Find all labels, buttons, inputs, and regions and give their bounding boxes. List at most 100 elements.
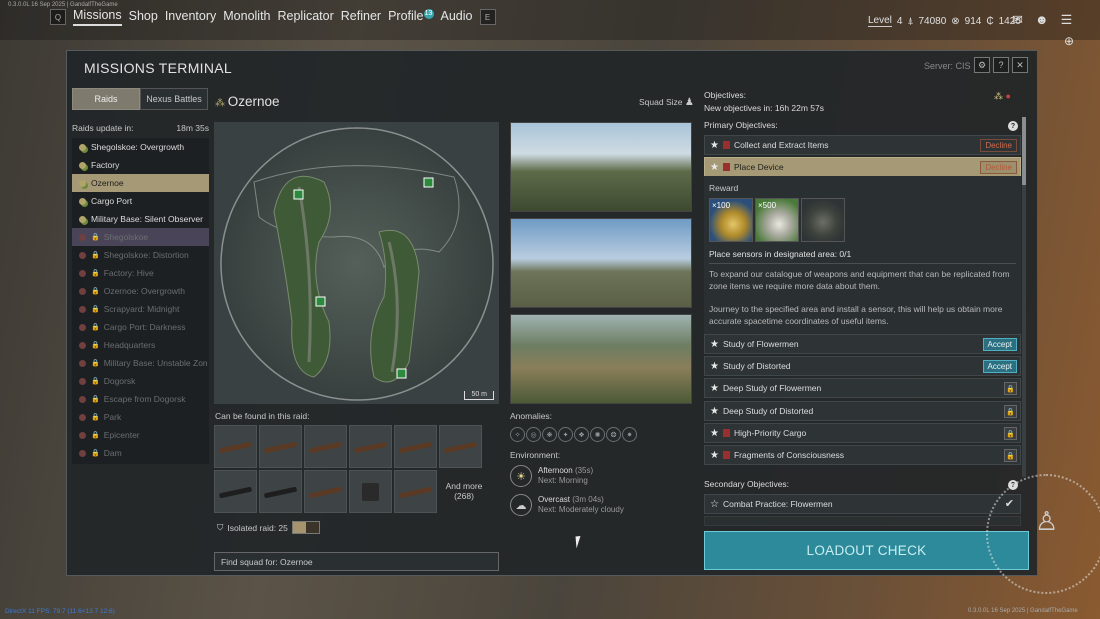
loot-item[interactable] xyxy=(349,425,392,468)
star-icon[interactable]: ★ xyxy=(710,339,719,350)
raid-list-item[interactable]: Military Base: Silent Observer xyxy=(72,210,209,228)
accept-button[interactable]: Accept xyxy=(982,338,1017,351)
decline-button[interactable]: Decline xyxy=(980,161,1017,174)
objective-row[interactable]: ★ High-Priority Cargo 🔒 xyxy=(704,423,1021,443)
help-icon[interactable]: ? xyxy=(993,57,1009,73)
objective-row[interactable]: ★ Fragments of Consciousness 🔒 xyxy=(704,445,1021,465)
raid-list-item[interactable]: Cargo Port xyxy=(72,192,209,210)
anomaly-icon[interactable]: ✦ xyxy=(558,427,573,442)
raid-list-item[interactable]: 🔒 Dogorsk xyxy=(72,372,209,390)
version-footer: 0.3.0.0L 16 Sep 2025 | GandalfTheGame xyxy=(968,608,1078,614)
gold-coins-icon[interactable]: ×100 xyxy=(709,198,753,242)
objective-row[interactable]: ★ Deep Study of Distorted 🔒 xyxy=(704,401,1021,421)
raid-list-item[interactable]: 🔒 Dam xyxy=(72,444,209,462)
raid-list-item[interactable]: 🔒 Shegolskoe xyxy=(72,228,209,246)
loot-item[interactable] xyxy=(214,470,257,513)
nav-monolith[interactable]: Monolith xyxy=(223,9,270,25)
silver-coins-icon[interactable]: ×500 xyxy=(755,198,799,242)
loot-item[interactable] xyxy=(304,425,347,468)
nav-missions[interactable]: Missions xyxy=(73,8,122,26)
raid-icon xyxy=(78,449,87,458)
raid-list-item[interactable]: 🔒 Scrapyard: Midnight xyxy=(72,300,209,318)
raid-list-item[interactable]: Shegolskoe: Overgrowth xyxy=(72,138,209,156)
anomaly-icon[interactable]: ❖ xyxy=(574,427,589,442)
loot-item[interactable] xyxy=(304,470,347,513)
star-icon[interactable]: ★ xyxy=(710,406,719,417)
nav-audio[interactable]: Audio xyxy=(441,9,473,25)
objective-row[interactable]: ★ Study of Flowermen Accept xyxy=(704,334,1021,354)
nav-next-key[interactable]: E xyxy=(479,9,496,25)
raid-list-item[interactable]: 🔒 Escape from Dogorsk xyxy=(72,390,209,408)
mail-icon[interactable]: ✉ xyxy=(1012,12,1023,28)
anomaly-icon[interactable]: ◎ xyxy=(526,427,541,442)
loot-item[interactable] xyxy=(214,425,257,468)
secondary-objective-row-partial[interactable] xyxy=(704,516,1021,526)
raid-name: Factory: Hive xyxy=(103,268,154,278)
loot-item[interactable] xyxy=(394,425,437,468)
raid-list-item[interactable]: 🔒 Military Base: Unstable Zon xyxy=(72,354,209,372)
nav-prev-key[interactable]: Q xyxy=(50,9,66,25)
accept-button[interactable]: Accept xyxy=(982,360,1017,373)
nav-replicator[interactable]: Replicator xyxy=(278,9,334,25)
group-icon[interactable]: ☻ xyxy=(1035,12,1049,28)
raid-list-item[interactable]: 🔒 Shegolskoe: Distortion xyxy=(72,246,209,264)
settings-icon[interactable]: ⚙ xyxy=(974,57,990,73)
raid-list-item[interactable]: Factory xyxy=(72,156,209,174)
star-icon[interactable]: ★ xyxy=(710,140,719,151)
secondary-objective-row[interactable]: ☆ Combat Practice: Flowermen ✔ xyxy=(704,494,1021,514)
anomaly-icon[interactable]: ❂ xyxy=(606,427,621,442)
close-icon[interactable]: ✕ xyxy=(1012,57,1028,73)
objectives-scrollbar[interactable] xyxy=(1022,117,1026,477)
decline-button[interactable]: Decline xyxy=(980,139,1017,152)
raid-list-item[interactable]: 🔒 Cargo Port: Darkness xyxy=(72,318,209,336)
star-outline-icon[interactable]: ☆ xyxy=(710,499,719,510)
anomaly-icon[interactable]: ✧ xyxy=(510,427,525,442)
location-screenshot[interactable] xyxy=(510,218,692,308)
star-icon[interactable]: ★ xyxy=(710,361,719,372)
objective-row[interactable]: ★ Study of Distorted Accept xyxy=(704,356,1021,376)
nav-refiner[interactable]: Refiner xyxy=(341,9,381,25)
nav-inventory[interactable]: Inventory xyxy=(165,9,216,25)
find-squad-field[interactable]: Find squad for: Ozernoe xyxy=(214,552,499,571)
loot-item[interactable] xyxy=(259,425,302,468)
loot-item[interactable] xyxy=(259,470,302,513)
star-icon[interactable]: ★ xyxy=(710,428,719,439)
add-friend-icon[interactable]: ⊕ xyxy=(1064,34,1074,48)
star-icon[interactable]: ★ xyxy=(710,450,719,461)
loot-item[interactable] xyxy=(349,470,392,513)
tab-raids[interactable]: Raids xyxy=(72,88,140,110)
raid-icon xyxy=(78,269,87,278)
raid-list-item[interactable]: 🔒 Park xyxy=(72,408,209,426)
objective-filter-icons[interactable]: ⁂ ● xyxy=(994,91,1011,102)
anomaly-icon[interactable]: ✷ xyxy=(622,427,637,442)
raid-list-item[interactable]: 🔒 Ozernoe: Overgrowth xyxy=(72,282,209,300)
menu-icon[interactable]: ☰ xyxy=(1061,12,1073,28)
tab-nexus-battles[interactable]: Nexus Battles xyxy=(140,88,208,110)
raid-list-item[interactable]: 🔒 Epicenter xyxy=(72,426,209,444)
raid-name: Shegolskoe xyxy=(103,232,149,242)
person-icon[interactable]: ♟ xyxy=(685,97,694,108)
reward-qty: ×500 xyxy=(758,201,777,210)
anomaly-icon[interactable]: ✺ xyxy=(590,427,605,442)
loot-item[interactable] xyxy=(439,425,482,468)
helmet-icon[interactable] xyxy=(801,198,845,242)
isolated-toggle[interactable] xyxy=(291,521,320,534)
star-icon[interactable]: ★ xyxy=(710,383,719,394)
raid-map[interactable]: 50 m xyxy=(214,122,499,404)
loot-item[interactable] xyxy=(394,470,437,513)
objective-row-selected[interactable]: ★ Place Device Decline xyxy=(704,157,1021,177)
raid-list-item[interactable]: 🔒 Factory: Hive xyxy=(72,264,209,282)
location-screenshot[interactable] xyxy=(510,314,692,404)
nav-shop[interactable]: Shop xyxy=(129,9,158,25)
raid-list-item[interactable]: 🔒 Headquarters xyxy=(72,336,209,354)
location-screenshot[interactable] xyxy=(510,122,692,212)
lock-icon: 🔒 xyxy=(91,342,100,349)
anomaly-icon[interactable]: ❋ xyxy=(542,427,557,442)
star-icon[interactable]: ★ xyxy=(710,162,719,173)
loadout-check-button[interactable]: LOADOUT CHECK xyxy=(704,531,1029,570)
objective-row[interactable]: ★ Deep Study of Flowermen 🔒 xyxy=(704,378,1021,398)
objective-row[interactable]: ★ Collect and Extract Items Decline xyxy=(704,135,1021,155)
raid-list-item[interactable]: Ozernoe xyxy=(72,174,209,192)
nav-profile[interactable]: Profile13 xyxy=(388,9,434,25)
primary-help-icon[interactable]: ? xyxy=(1008,121,1018,131)
